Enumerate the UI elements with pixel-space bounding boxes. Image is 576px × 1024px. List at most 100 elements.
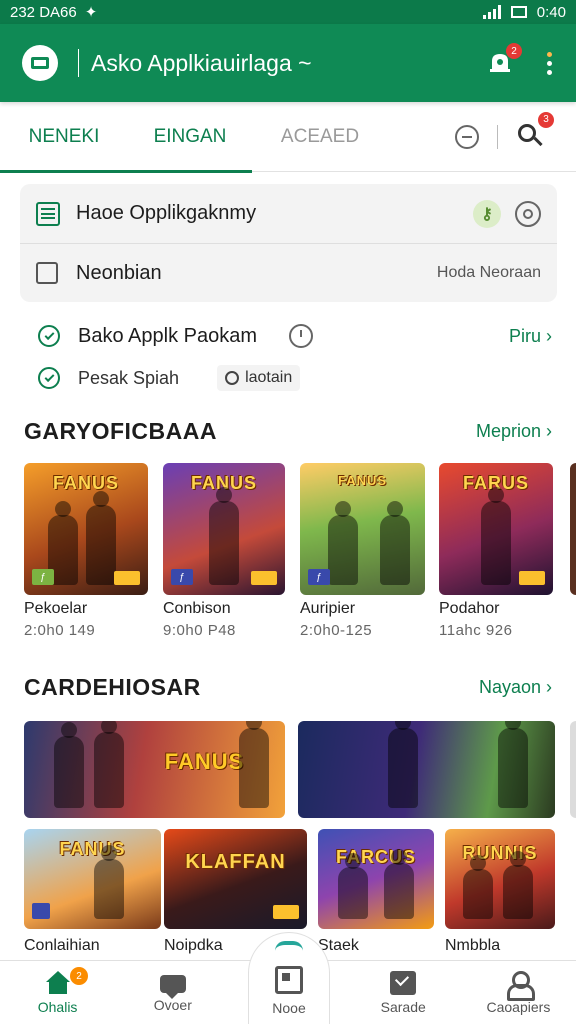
option-1-link[interactable]: Piru › (509, 326, 552, 347)
character-figure (498, 721, 528, 808)
nav-chat-label: Ovoer (153, 996, 192, 1013)
game-tile-5[interactable]: FANUS (24, 829, 161, 929)
game-tile-4[interactable]: FARUS (439, 463, 553, 595)
game-8-name: Nmbbla (445, 937, 501, 954)
game-tile-2-tag-icon: ƒ (171, 569, 193, 585)
game-tile-5-art: FANUS (59, 839, 126, 859)
tab-divider (497, 124, 498, 149)
app-bar: Asko Applkiauirlaga ~ 2 (0, 24, 576, 102)
banner-1[interactable]: FANUS (24, 721, 285, 818)
card-row-primary[interactable]: Haoe Opplikgaknmy ⚷ (20, 184, 557, 243)
option-1-label: Bako Applk Paokam (78, 324, 257, 347)
check-circle-icon (38, 367, 60, 389)
status-left-text: 232 DA66 (10, 3, 77, 21)
check-circle-icon (38, 325, 60, 347)
section-2-title: CARDEHIOSAR (24, 673, 201, 700)
game-tile-6[interactable]: KLAFFAN (164, 829, 307, 929)
character-figure (94, 845, 124, 919)
list-icon (36, 201, 60, 226)
search-icon-handle (533, 136, 543, 146)
card-row-secondary-note: Hoda Neoraan (436, 264, 541, 281)
character-figure (384, 849, 414, 919)
battery-icon (510, 6, 527, 18)
character-figure (86, 491, 116, 585)
game-2-name: Conbison (163, 600, 231, 617)
app-logo-icon[interactable] (22, 45, 58, 81)
game-tile-1-rating-icon (114, 571, 140, 585)
option-row-1[interactable]: Bako Applk Paokam Piru › (38, 316, 552, 356)
character-figure (481, 487, 511, 585)
nav-chat[interactable]: Ovoer (115, 961, 230, 1024)
section-2-header: CARDEHIOSAR Nayaon › (24, 670, 552, 704)
clock-icon[interactable] (289, 324, 313, 348)
user-icon (505, 970, 536, 1001)
game-tile-2[interactable]: FANUS ƒ (163, 463, 285, 595)
tab-neneki[interactable]: NENEKI (0, 102, 128, 173)
section-2-see-more[interactable]: Nayaon › (479, 677, 552, 698)
center-accent-icon (275, 941, 303, 951)
game-tile-7[interactable]: FARCUS (318, 829, 434, 929)
notification-icon: ✦ (84, 4, 98, 21)
title-divider (78, 49, 79, 77)
option-2-chip[interactable]: laotain (217, 365, 301, 391)
status-bar: 232 DA66 ✦ 0:40 (0, 0, 576, 24)
game-tile-8[interactable]: RUNNIS (445, 829, 555, 929)
game-tile-1-art: FANUS (52, 473, 119, 493)
target-icon[interactable] (515, 200, 541, 227)
nav-home[interactable]: Ohalis 2 (0, 961, 115, 1024)
minus-circle-icon[interactable] (455, 124, 479, 149)
game-1-name: Pekoelar (24, 600, 88, 617)
character-figure (338, 853, 368, 919)
tab-aceaed[interactable]: ACEAED (252, 102, 388, 172)
nav-home-label: Ohalis (37, 998, 78, 1015)
option-row-2[interactable]: Pesak Spiah laotain (38, 360, 552, 396)
game-4-name: Podahor (439, 600, 500, 617)
settings-card: Haoe Opplikgaknmy ⚷ Neonbian Hoda Neoraa… (20, 184, 557, 302)
game-tile-3-tag-icon: ƒ (308, 569, 330, 585)
character-figure (463, 855, 493, 919)
game-tile-3-art: FANUS (337, 473, 388, 488)
nav-mail-label: Sarade (380, 998, 426, 1015)
key-icon[interactable]: ⚷ (473, 199, 501, 228)
game-6-name: Noipdka (164, 937, 223, 954)
character-figure (388, 721, 418, 808)
character-figure (503, 851, 533, 919)
card-row-secondary[interactable]: Neonbian Hoda Neoraan (20, 243, 557, 302)
game-tile-2-rating-icon (251, 571, 277, 585)
signal-icon (482, 5, 501, 19)
game-2-meta: 9:0h0 P48 (163, 622, 236, 639)
option-2-chip-label: laotain (245, 369, 293, 386)
section-1-see-more[interactable]: Meprion › (476, 421, 552, 442)
nav-mail[interactable]: Sarade (346, 961, 461, 1024)
game-1-meta: 2:0h0 149 (24, 622, 96, 639)
character-figure (328, 501, 358, 585)
character-figure (380, 501, 410, 585)
tab-eingan[interactable]: EINGAN (128, 102, 252, 173)
section-1-header: GARYOFICBAAA Meprion › (24, 414, 552, 448)
home-icon (45, 970, 71, 995)
game-tile-4-rating-icon (519, 571, 545, 585)
game-tile-1[interactable]: FANUS ƒ (24, 463, 148, 595)
character-figure (54, 722, 84, 808)
game-tile-6-art: KLAFFAN (185, 851, 286, 873)
nav-center-label: Nooe (272, 1000, 306, 1016)
game-tile-3[interactable]: FANUS ƒ (300, 463, 425, 595)
grid-box-icon (275, 966, 303, 994)
app-title[interactable]: Asko Applkiauirlaga ~ (91, 50, 312, 77)
character-figure (239, 721, 269, 808)
banner-2[interactable] (298, 721, 555, 818)
game-3-meta: 2:0h0-125 (300, 622, 373, 639)
game-tile-6-rating-icon (273, 905, 299, 919)
game-5-name: Conlaihian (24, 937, 100, 954)
nav-center-button[interactable]: Nooe (248, 932, 330, 1024)
row-checkbox[interactable] (36, 262, 58, 284)
character-figure (94, 721, 124, 808)
game-tile-peek (570, 463, 576, 595)
notifications-button[interactable]: 2 (486, 43, 522, 77)
character-figure (209, 487, 239, 585)
card-row-primary-label: Haoe Opplikgaknmy (76, 202, 257, 224)
notification-count-badge: 2 (506, 43, 522, 59)
search-button[interactable]: 3 (516, 111, 554, 152)
more-menu-icon[interactable] (544, 51, 554, 75)
nav-profile[interactable]: Caoapiers (461, 961, 576, 1024)
